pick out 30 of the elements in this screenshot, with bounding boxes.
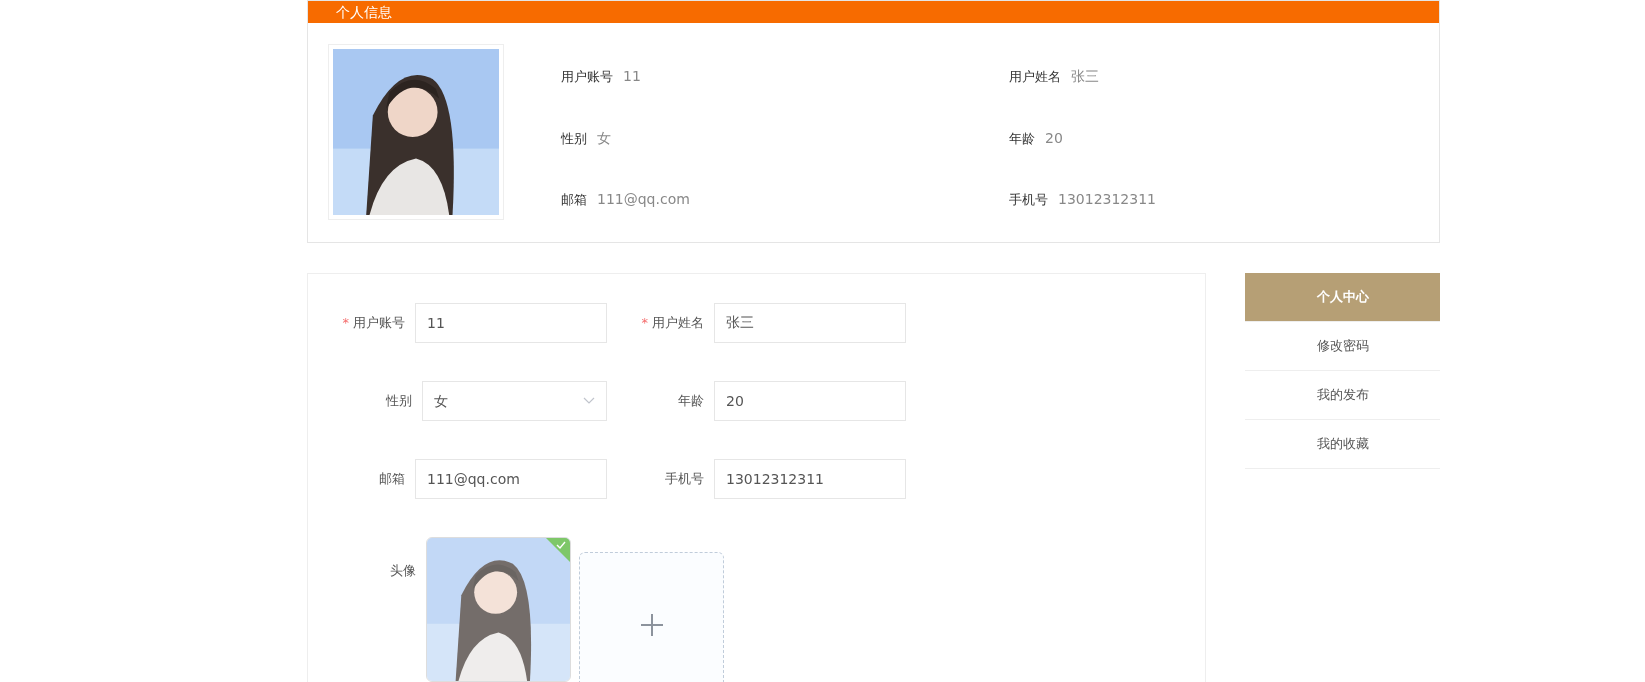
field-label: 用户账号 xyxy=(561,69,613,84)
plus-icon xyxy=(639,612,664,637)
text-input[interactable]: 111@qq.com xyxy=(415,459,607,499)
field-value: 20 xyxy=(1045,129,1063,146)
sidebar-item[interactable]: 我的收藏 xyxy=(1245,420,1440,469)
form-label: 年龄 xyxy=(677,392,705,411)
field-label: 性别 xyxy=(561,130,587,146)
form-label: 手机号 xyxy=(664,470,705,489)
upload-button[interactable] xyxy=(579,552,724,682)
form-label: * 用户账号 xyxy=(341,314,406,333)
select-field[interactable]: 女 xyxy=(421,381,607,421)
form-label: 邮箱 xyxy=(378,470,406,489)
card-title: 个人信息 xyxy=(308,1,1439,23)
field-label: 用户姓名 xyxy=(1009,69,1061,84)
text-input[interactable]: 20 xyxy=(714,381,906,421)
text-input[interactable]: 张三 xyxy=(714,303,906,343)
form-label: * 用户姓名 xyxy=(640,314,705,333)
chevron-down-icon xyxy=(583,397,595,405)
field-value: 13012312311 xyxy=(1058,191,1156,208)
field-label: 手机号 xyxy=(1009,192,1048,208)
sidebar-item[interactable]: 我的发布 xyxy=(1245,371,1440,420)
form-label: 性别 xyxy=(384,392,413,411)
field-value: 女 xyxy=(597,129,611,146)
text-input[interactable]: 11 xyxy=(415,303,607,343)
sidebar-item[interactable]: 修改密码 xyxy=(1245,322,1440,371)
text-input[interactable]: 13012312311 xyxy=(714,459,906,499)
field-label: 年龄 xyxy=(1009,130,1035,146)
field-label: 邮箱 xyxy=(561,192,587,208)
form-label: 头像 xyxy=(389,562,417,580)
field-value: 11 xyxy=(623,68,641,84)
